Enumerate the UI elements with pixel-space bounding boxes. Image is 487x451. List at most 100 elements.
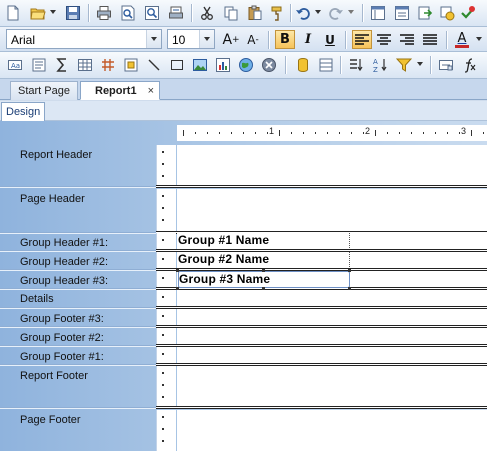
font-color-button[interactable]: A (452, 30, 472, 49)
picture-tool-button[interactable] (191, 56, 209, 74)
data-source-button[interactable] (438, 4, 456, 22)
band-splitter[interactable] (156, 406, 487, 409)
band-gutter (156, 189, 176, 231)
copy-button[interactable] (222, 4, 240, 22)
barcode-tool-button[interactable] (260, 56, 278, 74)
redo-dropdown-icon[interactable] (348, 10, 354, 14)
ruler-tick (207, 132, 208, 134)
underline-button[interactable]: U (320, 30, 340, 49)
properties-button[interactable] (369, 4, 387, 22)
crosstab-tool-button[interactable] (99, 56, 117, 74)
tab-start-page[interactable]: Start Page (10, 81, 78, 100)
database-icon (298, 58, 308, 73)
subreport-tool-button[interactable] (122, 56, 140, 74)
band-label-report-footer[interactable]: Report Footer (20, 370, 88, 382)
band-area[interactable] (177, 410, 487, 451)
tab-design[interactable]: Design (1, 102, 45, 121)
italic-button[interactable]: I (298, 30, 318, 49)
filter-button[interactable] (395, 56, 413, 74)
band-splitter[interactable] (156, 185, 487, 188)
label-tool-button[interactable]: Aa (6, 56, 24, 74)
band-area[interactable] (177, 366, 487, 406)
ruler-tick (339, 132, 340, 134)
chart-tool-button[interactable] (214, 56, 232, 74)
bold-button[interactable]: B (275, 30, 295, 49)
font-size-dropdown[interactable] (199, 30, 214, 48)
zoom-button[interactable] (143, 4, 161, 22)
tab-design-label: Design (6, 106, 41, 118)
close-icon[interactable]: × (148, 85, 154, 97)
new-file-button[interactable] (4, 4, 22, 22)
line-tool-button[interactable] (145, 56, 163, 74)
filter-icon (396, 58, 412, 72)
validate-button[interactable] (459, 4, 477, 22)
database-tool-button[interactable] (294, 56, 312, 74)
group-1-name-field[interactable]: Group #1 Name (178, 233, 350, 248)
font-size-select[interactable]: 10 (167, 29, 215, 49)
selection-handle[interactable] (262, 269, 265, 272)
print-preview-button[interactable] (119, 4, 137, 22)
sort-az-button[interactable]: AZ (371, 56, 389, 74)
format-painter-button[interactable] (268, 4, 286, 22)
band-label-page-footer[interactable]: Page Footer (20, 414, 81, 426)
font-name-dropdown[interactable] (146, 30, 161, 48)
formula-button[interactable] (461, 56, 479, 74)
selection-handle[interactable] (348, 269, 351, 272)
filter-dropdown-icon[interactable] (417, 62, 423, 66)
tab-report1[interactable]: Report1 × (80, 81, 160, 100)
band-label-group-footer-3[interactable]: Group Footer #3: (20, 313, 104, 325)
undo-dropdown-icon[interactable] (315, 10, 321, 14)
field-tool-button[interactable] (30, 56, 48, 74)
rows-tool-button[interactable] (317, 56, 335, 74)
separator (362, 4, 363, 22)
redo-button[interactable] (327, 4, 345, 22)
band-label-group-footer-2[interactable]: Group Footer #2: (20, 332, 104, 344)
cut-button[interactable] (198, 4, 216, 22)
chart-icon (216, 58, 230, 72)
map-tool-button[interactable] (237, 56, 255, 74)
band-area[interactable] (177, 347, 487, 363)
band-label-report-header[interactable]: Report Header (20, 149, 92, 161)
parameters-button[interactable] (437, 56, 455, 74)
open-dropdown-icon[interactable] (50, 10, 56, 14)
band-area[interactable] (177, 189, 487, 231)
band-label-group-footer-1[interactable]: Group Footer #1: (20, 351, 104, 363)
align-left-button[interactable] (352, 30, 372, 49)
page-setup-button[interactable] (167, 4, 185, 22)
sort-tool-button[interactable] (347, 56, 365, 74)
export-button[interactable] (416, 4, 434, 22)
rectangle-tool-button[interactable] (168, 56, 186, 74)
grow-font-button[interactable]: A + (221, 30, 241, 49)
print-button[interactable] (95, 4, 113, 22)
font-name-select[interactable]: Arial (6, 29, 162, 49)
band-label-group-header-1[interactable]: Group Header #1: (20, 237, 108, 249)
group-2-name-field[interactable]: Group #2 Name (178, 252, 350, 267)
band-area[interactable] (177, 290, 487, 306)
align-center-button[interactable] (374, 30, 394, 49)
open-button[interactable] (29, 4, 47, 22)
paste-button[interactable] (246, 4, 264, 22)
band-area[interactable] (177, 145, 487, 185)
band-label-group-header-3[interactable]: Group Header #3: (20, 275, 108, 287)
undo-button[interactable] (294, 4, 312, 22)
band-area[interactable] (177, 309, 487, 325)
font-color-dropdown-icon[interactable] (476, 37, 482, 41)
table-tool-button[interactable] (76, 56, 94, 74)
band-area[interactable] (177, 328, 487, 344)
selection-handle[interactable] (176, 269, 179, 272)
selection-handle[interactable] (348, 287, 351, 290)
group-3-name-field[interactable]: Group #3 Name (178, 271, 350, 288)
band-label-group-header-2[interactable]: Group Header #2: (20, 256, 108, 268)
summary-tool-button[interactable] (53, 56, 71, 74)
band-label-page-header[interactable]: Page Header (20, 193, 85, 205)
shrink-font-button[interactable]: A- (243, 30, 263, 49)
band-label-details[interactable]: Details (20, 293, 54, 305)
save-button[interactable] (64, 4, 82, 22)
align-right-button[interactable] (397, 30, 417, 49)
selection-handle[interactable] (176, 287, 179, 290)
justify-button[interactable] (420, 30, 440, 49)
field-list-button[interactable] (393, 4, 411, 22)
selection-handle[interactable] (262, 287, 265, 290)
table-icon (78, 59, 92, 71)
copy-icon (224, 6, 238, 21)
